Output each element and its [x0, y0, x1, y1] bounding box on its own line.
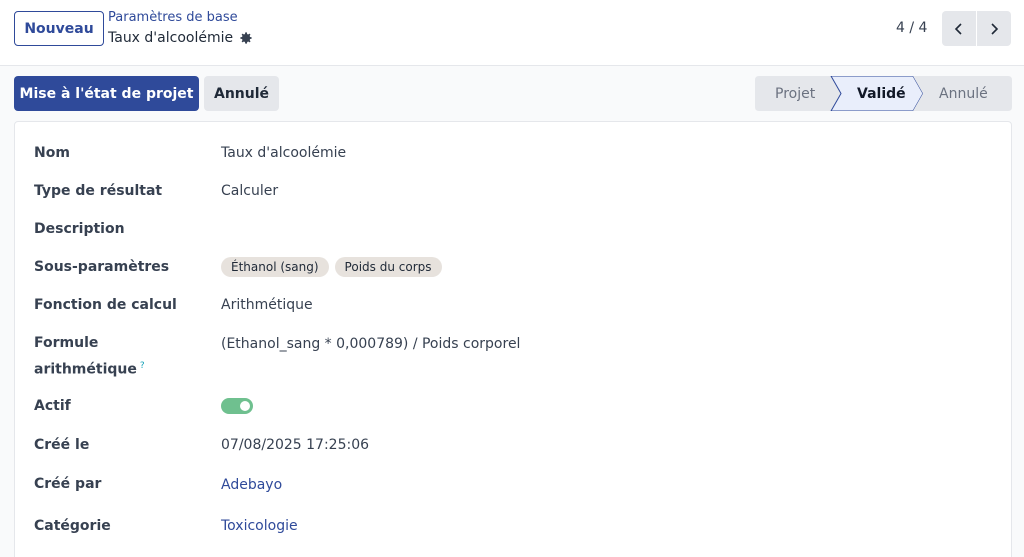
calc-function-label: Fonction de calcul — [34, 297, 177, 313]
stage-cancelled[interactable]: Annulé — [939, 76, 988, 111]
help-icon[interactable]: ? — [140, 361, 145, 371]
active-label: Actif — [34, 398, 71, 414]
gear-icon[interactable] — [239, 31, 253, 45]
name-label: Nom — [34, 145, 70, 161]
record-title: Taux d'alcoolémie — [108, 30, 234, 46]
category-label: Catégorie — [34, 518, 111, 534]
cancel-button[interactable]: Annulé — [204, 76, 279, 111]
pager-previous-button[interactable] — [942, 11, 976, 46]
status-bar: Projet Validé Annulé — [755, 76, 1012, 111]
description-label: Description — [34, 221, 125, 237]
category-link[interactable]: Toxicologie — [221, 518, 298, 534]
new-button[interactable]: Nouveau — [14, 11, 104, 46]
result-type-field[interactable]: Calculer — [221, 183, 278, 199]
formula-label: Formule arithmétique? — [34, 332, 145, 382]
formula-field[interactable]: (Ethanol_sang * 0,000789) / Poids corpor… — [221, 336, 520, 352]
breadcrumb-current: Taux d'alcoolémie — [108, 30, 253, 46]
control-panel: Nouveau Paramètres de base Taux d'alcool… — [0, 0, 1024, 66]
stage-validated[interactable]: Validé — [857, 76, 906, 111]
reset-to-draft-button[interactable]: Mise à l'état de projet — [14, 76, 199, 111]
pager-next-button[interactable] — [977, 11, 1011, 46]
formula-label-line1: Formule — [34, 335, 99, 351]
form-sheet: Nom Taux d'alcoolémie Type de résultat C… — [14, 121, 1012, 557]
created-on-label: Créé le — [34, 437, 90, 453]
pager-value[interactable]: 4 / 4 — [896, 20, 927, 36]
chevron-right-icon — [991, 22, 999, 35]
stage-draft[interactable]: Projet — [775, 76, 815, 111]
breadcrumb-parent-link[interactable]: Paramètres de base — [108, 10, 238, 25]
formula-label-line2: arithmétique — [34, 361, 137, 378]
tag-ethanol[interactable]: Éthanol (sang) — [221, 257, 329, 277]
chevron-left-icon — [954, 22, 962, 35]
subparams-tags[interactable]: Éthanol (sang) Poids du corps — [221, 257, 442, 277]
subparams-label: Sous-paramètres — [34, 259, 170, 275]
tag-body-weight[interactable]: Poids du corps — [334, 257, 442, 277]
calc-function-field[interactable]: Arithmétique — [221, 297, 313, 313]
toggle-knob — [240, 401, 250, 411]
created-by-link[interactable]: Adebayo — [221, 477, 282, 493]
result-type-label: Type de résultat — [34, 183, 163, 199]
active-toggle[interactable] — [221, 398, 253, 414]
created-by-label: Créé par — [34, 476, 102, 492]
created-on-field: 07/08/2025 17:25:06 — [221, 437, 370, 453]
name-field[interactable]: Taux d'alcoolémie — [221, 145, 346, 161]
